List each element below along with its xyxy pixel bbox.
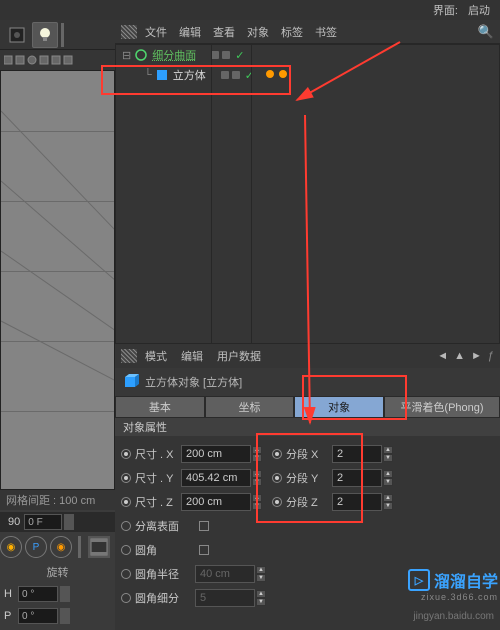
attr-menu-userdata[interactable]: 用户数据	[217, 348, 261, 364]
input-fillet-sub	[195, 589, 255, 607]
tab-base[interactable]: 基本	[115, 396, 205, 418]
checkbox-separate[interactable]	[199, 521, 209, 531]
menu-bookmark[interactable]: 书签	[315, 24, 337, 40]
radio-fillet-radius	[121, 569, 131, 579]
play-button-3[interactable]: ◉	[50, 536, 72, 558]
tab-coord[interactable]: 坐标	[205, 396, 295, 418]
label-seg-z: 分段 Z	[286, 494, 328, 510]
watermark: ▷ 溜溜自学 zixue.3d66.com	[408, 568, 498, 602]
cube-icon	[123, 373, 139, 392]
menu-view[interactable]: 查看	[213, 24, 235, 40]
input-size-z[interactable]	[181, 493, 251, 511]
radio-seg-x[interactable]	[272, 449, 282, 459]
launch-label[interactable]: 启动	[468, 2, 490, 18]
input-size-y[interactable]	[181, 469, 251, 487]
input-seg-z[interactable]	[332, 493, 382, 511]
hatch-icon[interactable]	[121, 25, 137, 39]
ui-label: 界面:	[433, 2, 458, 18]
tree-row-child[interactable]: └ 立方体 ✓	[116, 65, 499, 85]
tree-child-label: 立方体	[173, 67, 206, 83]
tree-row-parent[interactable]: ⊟ 细分曲面 ✓	[116, 45, 499, 65]
radio-size-z[interactable]	[121, 497, 131, 507]
play-button-1[interactable]: ◉	[0, 536, 22, 558]
radio-fillet-sub	[121, 593, 131, 603]
p-label: P	[4, 610, 18, 622]
p-input[interactable]	[18, 608, 58, 624]
radio-size-x[interactable]	[121, 449, 131, 459]
watermark-small: jingyan.baidu.com	[413, 611, 494, 622]
rotate-label: 旋转	[0, 560, 115, 580]
menu-file[interactable]: 文件	[145, 24, 167, 40]
render-icon[interactable]	[5, 23, 29, 47]
fn-icon[interactable]: ƒ	[488, 350, 494, 362]
viewport-toolbar	[0, 50, 115, 70]
attr-menu-mode[interactable]: 模式	[145, 348, 167, 364]
label-fillet-radius: 圆角半径	[135, 566, 191, 582]
nav-up-icon[interactable]: ▲	[454, 350, 465, 362]
tab-phong[interactable]: 平滑着色(Phong)	[384, 396, 500, 418]
separator	[61, 23, 64, 47]
film-icon[interactable]	[88, 536, 110, 558]
label-fillet: 圆角	[135, 542, 195, 558]
search-icon[interactable]: 🔍	[478, 24, 494, 40]
checkbox-fillet[interactable]	[199, 545, 209, 555]
menu-tags[interactable]: 标签	[281, 24, 303, 40]
nav-left-icon[interactable]: ◄	[437, 350, 448, 362]
label-size-z: 尺寸 . Z	[135, 494, 177, 510]
menu-edit[interactable]: 编辑	[179, 24, 201, 40]
radio-fillet[interactable]	[121, 545, 131, 555]
attr-menu-edit[interactable]: 编辑	[181, 348, 203, 364]
section-header: 对象属性	[115, 418, 500, 436]
radio-seg-z[interactable]	[272, 497, 282, 507]
play-button-2[interactable]: P	[25, 536, 47, 558]
radio-separate[interactable]	[121, 521, 131, 531]
radio-size-y[interactable]	[121, 473, 131, 483]
frame-label: 90	[8, 516, 20, 528]
hatch-icon[interactable]	[121, 349, 137, 363]
object-tree[interactable]: ⊟ 细分曲面 ✓ └ 立方体 ✓	[115, 44, 500, 344]
radio-seg-y[interactable]	[272, 473, 282, 483]
input-seg-x[interactable]	[332, 445, 382, 463]
nav-right-icon[interactable]: ►	[471, 350, 482, 362]
label-fillet-sub: 圆角细分	[135, 590, 191, 606]
tree-parent-label: 细分曲面	[152, 47, 196, 63]
input-seg-y[interactable]	[332, 469, 382, 487]
tab-object[interactable]: 对象	[294, 396, 384, 418]
lightbulb-icon[interactable]	[32, 22, 58, 48]
label-size-x: 尺寸 . X	[135, 446, 177, 462]
menu-object[interactable]: 对象	[247, 24, 269, 40]
viewport[interactable]	[0, 70, 115, 490]
input-size-x[interactable]	[181, 445, 251, 463]
grid-spacing-label: 网格间距 : 100 cm	[6, 492, 95, 508]
h-input[interactable]	[18, 586, 58, 602]
temperature-input[interactable]	[24, 514, 62, 530]
separator	[78, 536, 81, 558]
input-fillet-radius	[195, 565, 255, 583]
label-seg-x: 分段 X	[286, 446, 328, 462]
label-seg-y: 分段 Y	[286, 470, 328, 486]
label-size-y: 尺寸 . Y	[135, 470, 177, 486]
label-separate: 分离表面	[135, 518, 195, 534]
h-label: H	[4, 588, 18, 600]
object-title: 立方体对象 [立方体]	[145, 374, 242, 390]
